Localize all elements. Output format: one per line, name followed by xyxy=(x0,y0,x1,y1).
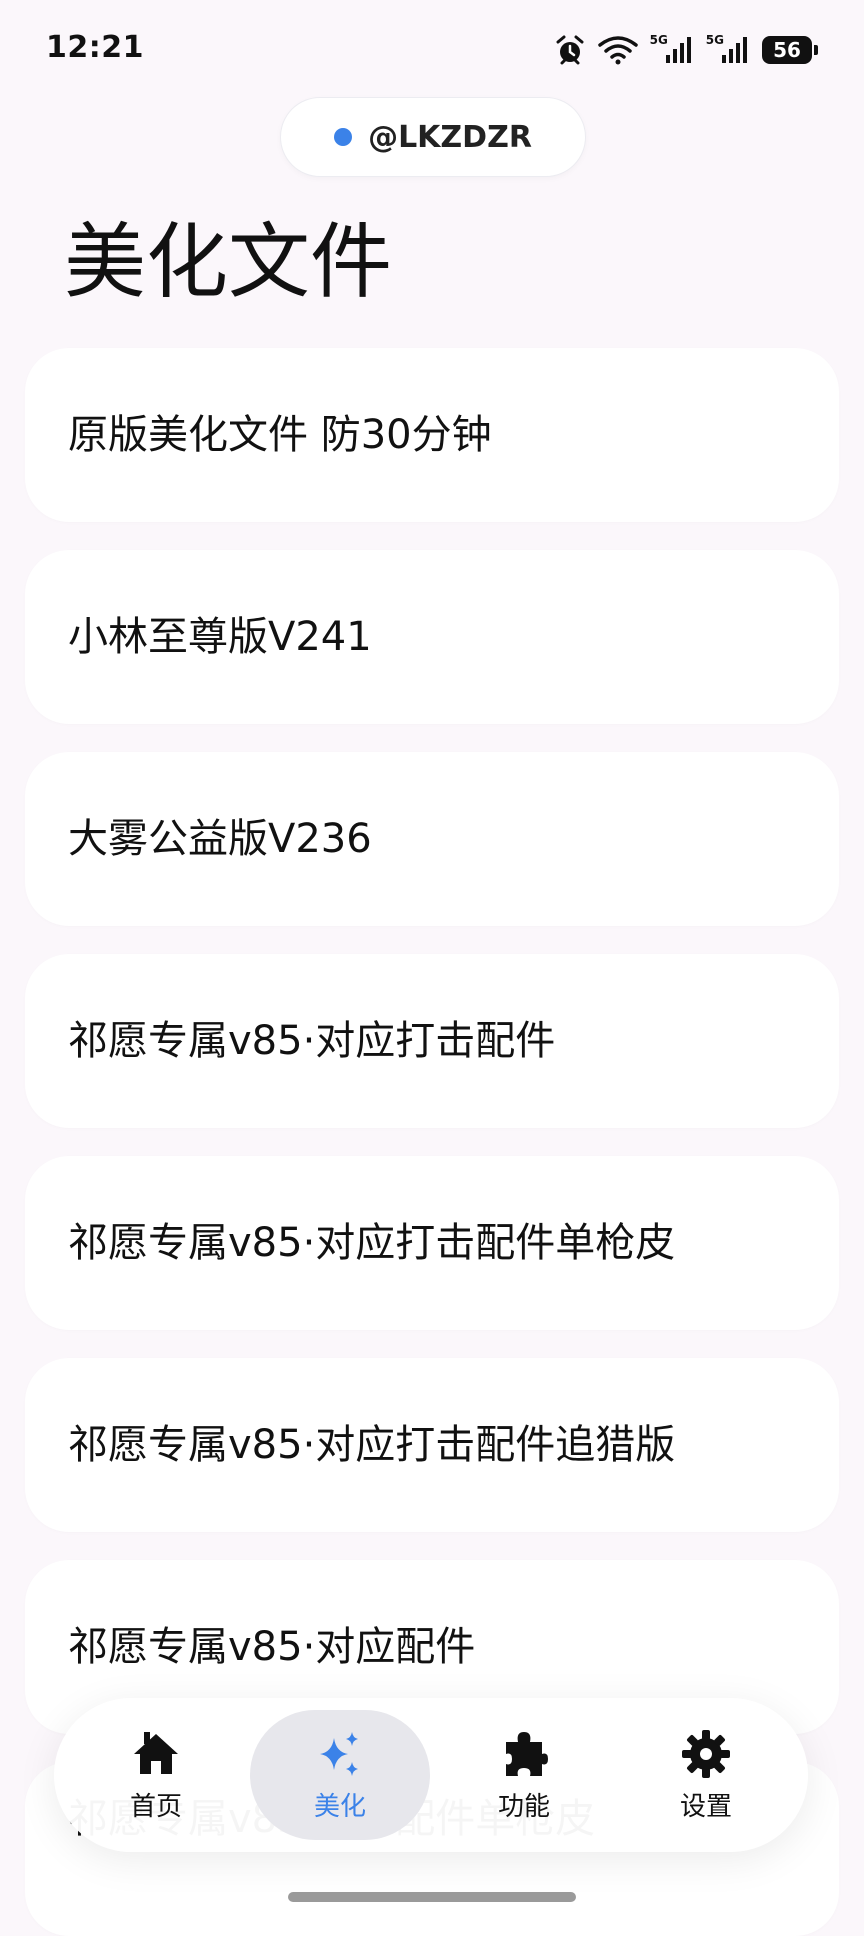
list-item[interactable]: 小林至尊版V241 xyxy=(25,550,839,724)
nav-item-beautify[interactable]: 美化 xyxy=(250,1698,430,1852)
list-item[interactable]: 祁愿专属v85·对应打击配件单枪皮 xyxy=(25,1156,839,1330)
status-time: 12:21 xyxy=(46,30,144,65)
nav-label: 设置 xyxy=(679,1791,732,1822)
list-item[interactable]: 原版美化文件 防30分钟 xyxy=(25,348,839,522)
puzzle-icon xyxy=(498,1728,550,1780)
signal-type-label: 5G xyxy=(649,33,668,47)
nav-item-home[interactable]: 首页 xyxy=(66,1698,246,1852)
list-item-label: 祁愿专属v85·对应打击配件 xyxy=(68,1018,556,1064)
account-name: @LKZDZR xyxy=(368,119,532,155)
nav-label: 美化 xyxy=(313,1791,366,1822)
list-item-label: 原版美化文件 防30分钟 xyxy=(68,412,492,458)
alarm-icon xyxy=(554,34,586,66)
battery-level: 56 xyxy=(773,38,801,62)
list-item[interactable]: 祁愿专属v85·对应打击配件 xyxy=(25,954,839,1128)
account-pill[interactable]: @LKZDZR xyxy=(280,97,586,177)
signal-type-label: 5G xyxy=(705,33,724,47)
list-item-label: 祁愿专属v85·对应打击配件追猎版 xyxy=(68,1422,676,1468)
list-item[interactable]: 祁愿专属v85·对应打击配件追猎版 xyxy=(25,1358,839,1532)
signal-icon: 5G xyxy=(649,33,694,65)
home-indicator[interactable] xyxy=(288,1892,576,1902)
nav-item-features[interactable]: 功能 xyxy=(434,1698,614,1852)
list-item[interactable]: 大雾公益版V236 xyxy=(25,752,839,926)
status-icons: 5G 5G 56 xyxy=(554,30,818,70)
list-item-label: 大雾公益版V236 xyxy=(68,816,372,862)
wifi-icon xyxy=(597,35,638,65)
status-dot xyxy=(334,128,353,146)
page-title: 美化文件 xyxy=(64,215,393,310)
signal-icon: 5G xyxy=(705,33,750,65)
nav-label: 功能 xyxy=(497,1791,550,1822)
home-icon xyxy=(130,1728,182,1780)
status-bar: 12:21 5G 5G 56 xyxy=(0,0,864,100)
battery-icon: 56 xyxy=(762,36,818,64)
gear-icon xyxy=(680,1728,732,1780)
list-item-label: 小林至尊版V241 xyxy=(68,614,372,660)
bottom-nav: 首页 美化 功能 设置 xyxy=(54,1698,808,1852)
nav-item-settings[interactable]: 设置 xyxy=(616,1698,796,1852)
nav-label: 首页 xyxy=(129,1791,182,1822)
list-item-label: 祁愿专属v85·对应打击配件单枪皮 xyxy=(68,1220,676,1266)
sparkle-icon xyxy=(314,1728,366,1780)
